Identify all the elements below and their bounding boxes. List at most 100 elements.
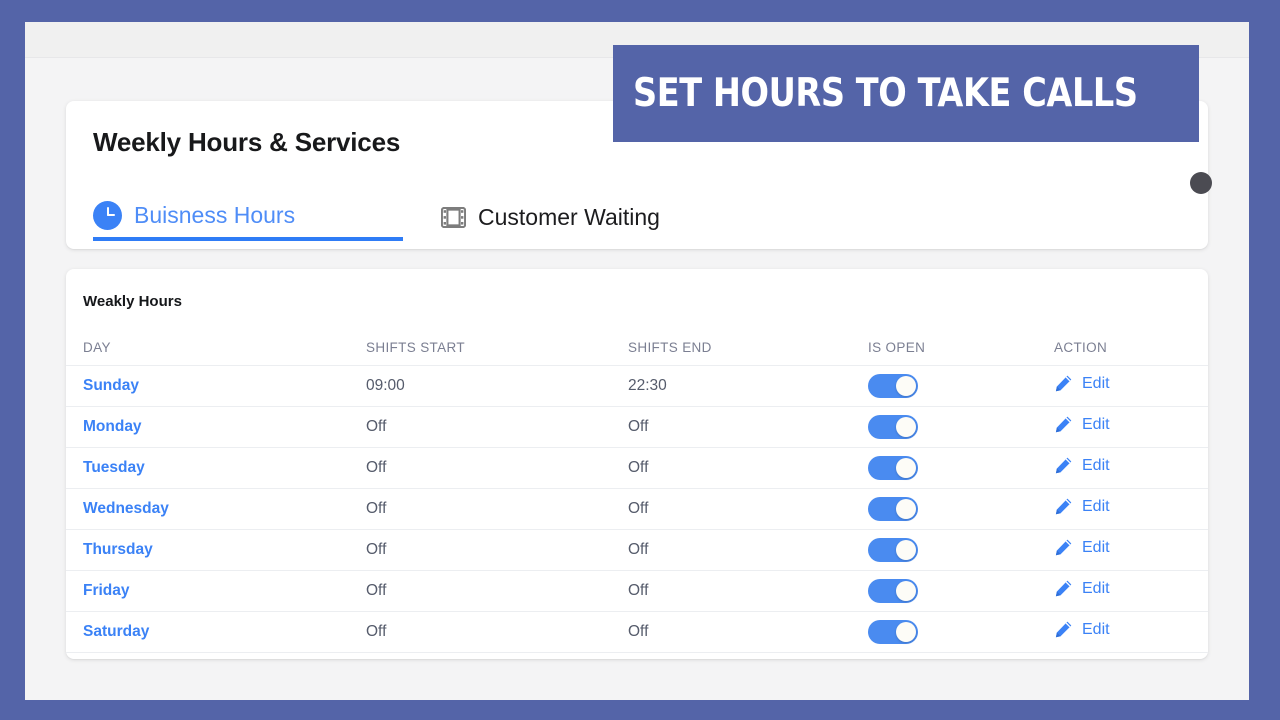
is-open-toggle[interactable] xyxy=(868,538,918,562)
table-row: Sunday09:0022:30Edit xyxy=(66,366,1208,407)
cell-shifts-end: Off xyxy=(628,489,868,530)
cell-day: Sunday xyxy=(66,366,366,407)
cell-action: Edit xyxy=(1054,489,1208,530)
day-label[interactable]: Friday xyxy=(83,582,130,599)
toggle-knob xyxy=(896,458,916,478)
cell-shifts-end: Off xyxy=(628,448,868,489)
table-row: Wednesday OffOff Edit xyxy=(66,489,1208,530)
column-header-action: ACTION xyxy=(1054,330,1208,366)
pencil-icon xyxy=(1054,620,1073,639)
day-label[interactable]: Saturday xyxy=(83,623,149,640)
cell-shifts-end: Off xyxy=(628,571,868,612)
edit-button[interactable]: Edit xyxy=(1054,374,1110,393)
cell-shifts-start: Off xyxy=(366,489,628,530)
cell-is-open xyxy=(868,448,1054,489)
day-label[interactable]: Wednesday xyxy=(83,500,169,517)
edit-label: Edit xyxy=(1082,621,1110,639)
toggle-knob xyxy=(896,540,916,560)
is-open-toggle[interactable] xyxy=(868,374,918,398)
screen-frame: Weekly Hours & Services Buisness Hours xyxy=(0,0,1280,720)
cell-is-open xyxy=(868,571,1054,612)
cell-day: Monday xyxy=(66,407,366,448)
weekly-hours-card: Weakly Hours DAY SHIFTS START SHIFTS END… xyxy=(66,269,1208,659)
table-row: Friday OffOff Edit xyxy=(66,571,1208,612)
toggle-knob xyxy=(896,581,916,601)
column-header-day: DAY xyxy=(66,330,366,366)
pencil-icon xyxy=(1054,374,1073,393)
edit-label: Edit xyxy=(1082,498,1110,516)
edit-button[interactable]: Edit xyxy=(1054,497,1110,516)
edit-button[interactable]: Edit xyxy=(1054,415,1110,434)
tab-bar: Buisness Hours xyxy=(93,193,1208,249)
edit-label: Edit xyxy=(1082,375,1110,393)
cell-action: Edit xyxy=(1054,530,1208,571)
day-label[interactable]: Tuesday xyxy=(83,459,145,476)
cell-day: Tuesday xyxy=(66,448,366,489)
page-title: Weekly Hours & Services xyxy=(93,127,400,158)
cell-is-open xyxy=(868,612,1054,653)
pencil-icon xyxy=(1054,538,1073,557)
cell-shifts-end: Off xyxy=(628,530,868,571)
overlay-banner-text: SET HOURS TO TAKE CALLS xyxy=(633,71,1138,116)
cell-is-open xyxy=(868,407,1054,448)
is-open-toggle[interactable] xyxy=(868,579,918,603)
is-open-toggle[interactable] xyxy=(868,415,918,439)
overlay-banner: SET HOURS TO TAKE CALLS xyxy=(613,45,1199,142)
cell-is-open xyxy=(868,489,1054,530)
table-row: Monday OffOff Edit xyxy=(66,407,1208,448)
edit-button[interactable]: Edit xyxy=(1054,620,1110,639)
cell-shifts-end: Off xyxy=(628,612,868,653)
edit-label: Edit xyxy=(1082,539,1110,557)
is-open-toggle[interactable] xyxy=(868,497,918,521)
day-label[interactable]: Monday xyxy=(83,418,142,435)
table-header-row: DAY SHIFTS START SHIFTS END IS OPEN ACTI… xyxy=(66,330,1208,366)
edit-button[interactable]: Edit xyxy=(1054,456,1110,475)
pencil-icon xyxy=(1054,456,1073,475)
cell-is-open xyxy=(868,530,1054,571)
edit-label: Edit xyxy=(1082,457,1110,475)
edit-button[interactable]: Edit xyxy=(1054,538,1110,557)
toggle-knob xyxy=(896,499,916,519)
toggle-knob xyxy=(896,417,916,437)
cell-shifts-start: Off xyxy=(366,571,628,612)
cell-day: Friday xyxy=(66,571,366,612)
column-header-shifts-start: SHIFTS START xyxy=(366,330,628,366)
table-body: Sunday09:0022:30EditMondayOffOffEditTues… xyxy=(66,366,1208,653)
edit-button[interactable]: Edit xyxy=(1054,579,1110,598)
page-body: Weekly Hours & Services Buisness Hours xyxy=(25,59,1249,700)
is-open-toggle[interactable] xyxy=(868,620,918,644)
cell-shifts-end: Off xyxy=(628,407,868,448)
obscured-toggle-knob[interactable] xyxy=(1190,172,1212,194)
tab-business-hours[interactable]: Buisness Hours xyxy=(93,193,403,241)
day-label[interactable]: Thursday xyxy=(83,541,153,558)
weekly-hours-title: Weakly Hours xyxy=(83,293,182,310)
cell-day: Saturday xyxy=(66,612,366,653)
cell-shifts-start: Off xyxy=(366,612,628,653)
table-row: Saturday OffOff Edit xyxy=(66,612,1208,653)
cell-shifts-start: Off xyxy=(366,448,628,489)
table-header: DAY SHIFTS START SHIFTS END IS OPEN ACTI… xyxy=(66,330,1208,366)
pencil-icon xyxy=(1054,415,1073,434)
film-strip-icon xyxy=(441,207,466,228)
weekly-hours-table: DAY SHIFTS START SHIFTS END IS OPEN ACTI… xyxy=(66,330,1208,653)
cell-action: Edit xyxy=(1054,448,1208,489)
cell-shifts-start: Off xyxy=(366,530,628,571)
pencil-icon xyxy=(1054,579,1073,598)
cell-shifts-end: 22:30 xyxy=(628,366,868,407)
column-header-shifts-end: SHIFTS END xyxy=(628,330,868,366)
edit-label: Edit xyxy=(1082,580,1110,598)
day-label[interactable]: Sunday xyxy=(83,377,139,394)
cell-action: Edit xyxy=(1054,407,1208,448)
toggle-knob xyxy=(896,376,916,396)
cell-shifts-start: Off xyxy=(366,407,628,448)
tab-customer-waiting[interactable]: Customer Waiting xyxy=(441,193,660,241)
cell-action: Edit xyxy=(1054,366,1208,407)
cell-action: Edit xyxy=(1054,571,1208,612)
is-open-toggle[interactable] xyxy=(868,456,918,480)
table-row: Thursday OffOff Edit xyxy=(66,530,1208,571)
table-row: Tuesday OffOff Edit xyxy=(66,448,1208,489)
toggle-knob xyxy=(896,622,916,642)
tab-business-hours-label: Buisness Hours xyxy=(134,202,295,229)
column-header-is-open: IS OPEN xyxy=(868,330,1054,366)
tab-customer-waiting-label: Customer Waiting xyxy=(478,204,660,231)
